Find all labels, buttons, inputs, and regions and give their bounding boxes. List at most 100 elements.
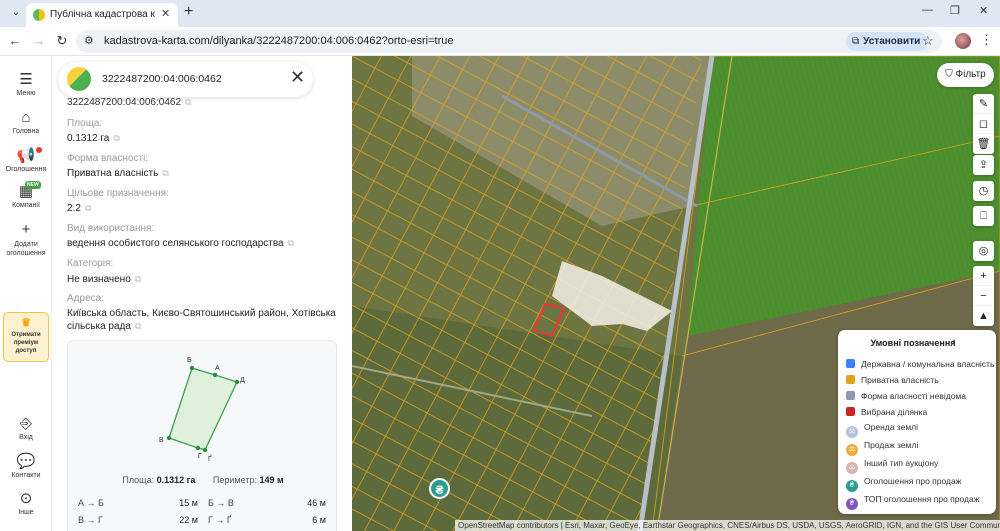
sale-ad-marker[interactable]: ₴ — [429, 478, 450, 499]
shape-perimeter-value: 149 м — [259, 475, 284, 485]
vertex-a-dot — [212, 372, 218, 378]
copy-icon[interactable]: ⧉ — [113, 133, 119, 143]
add-ad-label: Додати оголошення — [6, 241, 46, 257]
maximize-button[interactable]: ❐ — [950, 4, 960, 17]
new-badge: NEW — [25, 181, 41, 189]
url-field[interactable]: ⚙ kadastrova-karta.com/dilyanka/32224872… — [76, 30, 942, 53]
left-navigation-rail: ☰ Меню ⌂ Головна 📢 Оголошення NEW ▦ Комп… — [0, 56, 52, 531]
zoom-in-icon[interactable]: + — [973, 266, 994, 286]
selected-parcel-swatch — [846, 407, 855, 416]
forward-arrow-icon[interactable]: → — [31, 33, 47, 48]
menu-button[interactable]: ☰ Меню — [0, 71, 52, 98]
compass-icon[interactable]: ▲ — [973, 306, 994, 326]
other-button[interactable]: ⊙ Інше — [0, 491, 52, 517]
close-window-button[interactable]: ✕ — [979, 4, 988, 17]
vertex-gg-dot — [202, 447, 208, 453]
draw-tools: ✎ ◻ 🗑 — [973, 94, 994, 154]
legend-item-label: ТОП оголошення про продаж — [864, 494, 980, 504]
locate-button[interactable]: ◎ — [973, 241, 994, 261]
install-app-button[interactable]: ⧉ Установити — [846, 32, 929, 51]
site-info-icon[interactable]: ⚙ — [84, 34, 94, 47]
filter-button[interactable]: ⛉ Фільтр — [937, 63, 994, 87]
minimize-button[interactable]: — — [922, 4, 933, 16]
sale-ad-icon: ₴ — [846, 480, 858, 492]
history-button[interactable]: ◷ — [973, 181, 994, 201]
history-icon: ◷ — [978, 185, 989, 197]
filter-label: Фільтр — [955, 69, 986, 80]
legend-item-label: Оренда землі — [864, 422, 919, 432]
trash-icon[interactable]: 🗑 — [973, 134, 994, 154]
segment-length: 22 м — [179, 515, 198, 525]
copy-icon[interactable]: ⧉ — [162, 168, 168, 178]
usage-label: Вид використання: — [67, 223, 155, 234]
address-label: Адреса: — [67, 293, 104, 304]
segment-name: Б → В — [208, 498, 234, 508]
hamburger-icon: ☰ — [19, 71, 33, 88]
ownership-value: Приватна власність ⧉ — [67, 167, 342, 180]
premium-access-button[interactable]: ♛ Отримати преміум доступ — [3, 312, 49, 362]
segment-length: 15 м — [179, 498, 198, 508]
browser-tab[interactable]: Публічна кадастрова карта Ук ✕ — [26, 3, 178, 27]
bookmark-icon: ⎕ — [980, 210, 987, 222]
copy-icon[interactable]: ⧉ — [135, 321, 141, 331]
unknown-property-swatch — [846, 391, 855, 400]
legend-item: Вибрана ділянка — [846, 407, 927, 417]
url-text[interactable]: kadastrova-karta.com/dilyanka/3222487200… — [104, 35, 453, 47]
category-value: Не визначено ⧉ — [67, 273, 342, 286]
new-tab-button[interactable]: + — [184, 3, 193, 21]
polygon-tool-icon[interactable]: ◻ — [973, 114, 994, 134]
copy-icon[interactable]: ⧉ — [85, 203, 91, 213]
home-button[interactable]: ⌂ Головна — [0, 110, 52, 136]
ruler-icon[interactable]: ✎ — [973, 94, 994, 114]
ownership-value-text: Приватна власність — [67, 168, 159, 179]
profile-avatar[interactable] — [955, 33, 971, 49]
reload-icon[interactable]: ↻ — [54, 33, 70, 49]
companies-label: Компанії — [12, 202, 40, 209]
install-icon: ⧉ — [852, 36, 860, 47]
legend-item-label: Інший тип аукціону — [864, 458, 939, 468]
locate-icon: ◎ — [978, 245, 989, 257]
add-ad-button[interactable]: + Додати оголошення — [0, 222, 52, 258]
copy-icon[interactable]: ⧉ — [288, 238, 294, 248]
share-button[interactable]: ⇪ — [973, 155, 994, 175]
bookmark-star-icon[interactable]: ☆ — [922, 33, 934, 49]
address-value: Київська область, Києво-Святошинський ра… — [67, 307, 342, 333]
legend-item: Приватна власність — [846, 375, 939, 385]
copy-icon[interactable]: ⧉ — [135, 274, 141, 284]
address-value-text: Київська область, Києво-Святошинський ра… — [67, 308, 336, 332]
contacts-button[interactable]: 💬 Контакти — [0, 454, 52, 480]
panel-close-icon[interactable]: ✕ — [290, 67, 305, 88]
zoom-out-icon[interactable]: − — [973, 286, 994, 306]
tab-search-chevron-icon[interactable]: ⌄ — [8, 5, 24, 21]
legend-item-label: Оголошення про продаж — [864, 476, 962, 486]
purpose-label: Цільове призначення: — [67, 188, 169, 199]
vertex-label-gg: Ґ — [208, 454, 212, 463]
vertex-v-dot — [166, 435, 172, 441]
copy-icon[interactable]: ⧉ — [185, 97, 191, 107]
legend-item-label: Приватна власність — [861, 375, 939, 385]
ads-button[interactable]: 📢 Оголошення — [0, 147, 52, 173]
login-button[interactable]: ⎆ Вхід — [0, 416, 52, 442]
parcel-shape-card: Б А Д Ґ Г В Площа: 0.1312 га Периметр: 1… — [67, 340, 337, 531]
other-label: Інше — [18, 509, 34, 516]
segment-name: А → Б — [78, 498, 104, 508]
legend-collapse-icon[interactable]: ‹ — [952, 336, 956, 348]
shape-perimeter-label: Периметр: — [212, 475, 257, 485]
companies-button[interactable]: NEW ▦ Компанії — [0, 181, 52, 209]
browser-menu-icon[interactable]: ⋮ — [980, 32, 993, 48]
vertex-label-a: А — [215, 365, 220, 372]
vertex-label-d: Д — [240, 377, 245, 384]
back-arrow-icon[interactable]: ← — [7, 33, 23, 48]
segment-length: 46 м — [307, 498, 326, 508]
login-label: Вхід — [19, 434, 33, 441]
legend-item: ₴ Оголошення про продаж — [846, 476, 961, 492]
tab-close-icon[interactable]: ✕ — [161, 7, 170, 20]
bookmark-button[interactable]: ⎕ — [973, 206, 994, 226]
rent-land-icon: ⚖ — [846, 426, 858, 438]
ads-label: Оголошення — [5, 166, 47, 173]
vertex-label-v: В — [159, 437, 164, 444]
shape-area-label: Площа: — [122, 475, 155, 485]
vertex-g-dot — [195, 445, 201, 451]
legend-item: ₴ ТОП оголошення про продаж — [846, 494, 979, 510]
satellite-map[interactable]: ⛉ Фільтр ✎ ◻ 🗑 ⇪ ◷ ⎕ ◎ + − ▲ Умовні позн… — [352, 56, 1000, 531]
